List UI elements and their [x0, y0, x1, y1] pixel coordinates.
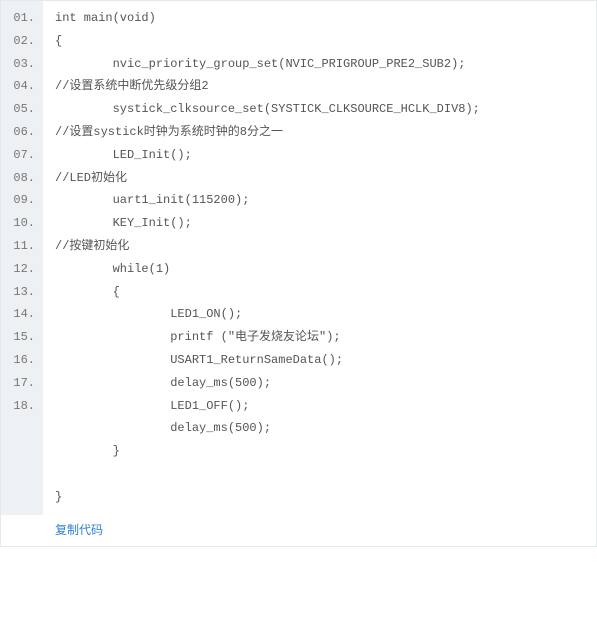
code-line: delay_ms(500);: [55, 372, 586, 395]
code-line: int main(void): [55, 7, 586, 30]
line-number: 02.: [1, 30, 43, 53]
line-number: 13.: [1, 281, 43, 304]
code-line: }: [55, 440, 586, 463]
code-body: 01.02.03.04.05.06.07.08.09.10.11.12.13.1…: [1, 1, 596, 515]
code-footer: 复制代码: [1, 515, 596, 546]
code-line: systick_clksource_set(SYSTICK_CLKSOURCE_…: [55, 98, 586, 144]
line-number: 10.: [1, 212, 43, 235]
line-number: 05.: [1, 98, 43, 121]
code-line: delay_ms(500);: [55, 417, 586, 440]
line-number: 18.: [1, 395, 43, 418]
code-line: [55, 463, 586, 486]
line-number: 06.: [1, 121, 43, 144]
line-number: 17.: [1, 372, 43, 395]
code-line: LED_Init(); //LED初始化: [55, 144, 586, 190]
line-number-gutter: 01.02.03.04.05.06.07.08.09.10.11.12.13.1…: [1, 1, 43, 515]
line-number: 04.: [1, 75, 43, 98]
code-line: {: [55, 30, 586, 53]
line-number: 01.: [1, 7, 43, 30]
code-line: USART1_ReturnSameData();: [55, 349, 586, 372]
line-number: 12.: [1, 258, 43, 281]
line-number: 11.: [1, 235, 43, 258]
code-line: {: [55, 281, 586, 304]
code-content: int main(void){ nvic_priority_group_set(…: [43, 1, 596, 515]
line-number: 09.: [1, 189, 43, 212]
line-number: 14.: [1, 303, 43, 326]
line-number: 16.: [1, 349, 43, 372]
code-block: 01.02.03.04.05.06.07.08.09.10.11.12.13.1…: [0, 0, 597, 547]
code-line: uart1_init(115200);: [55, 189, 586, 212]
code-line: LED1_OFF();: [55, 395, 586, 418]
code-line: KEY_Init(); //按键初始化: [55, 212, 586, 258]
line-number: 08.: [1, 167, 43, 190]
line-number: 03.: [1, 53, 43, 76]
line-number: 07.: [1, 144, 43, 167]
line-number: 15.: [1, 326, 43, 349]
code-line: }: [55, 486, 586, 509]
copy-code-link[interactable]: 复制代码: [55, 523, 103, 537]
code-line: printf ("电子发烧友论坛");: [55, 326, 586, 349]
code-line: nvic_priority_group_set(NVIC_PRIGROUP_PR…: [55, 53, 586, 99]
code-line: LED1_ON();: [55, 303, 586, 326]
code-line: while(1): [55, 258, 586, 281]
